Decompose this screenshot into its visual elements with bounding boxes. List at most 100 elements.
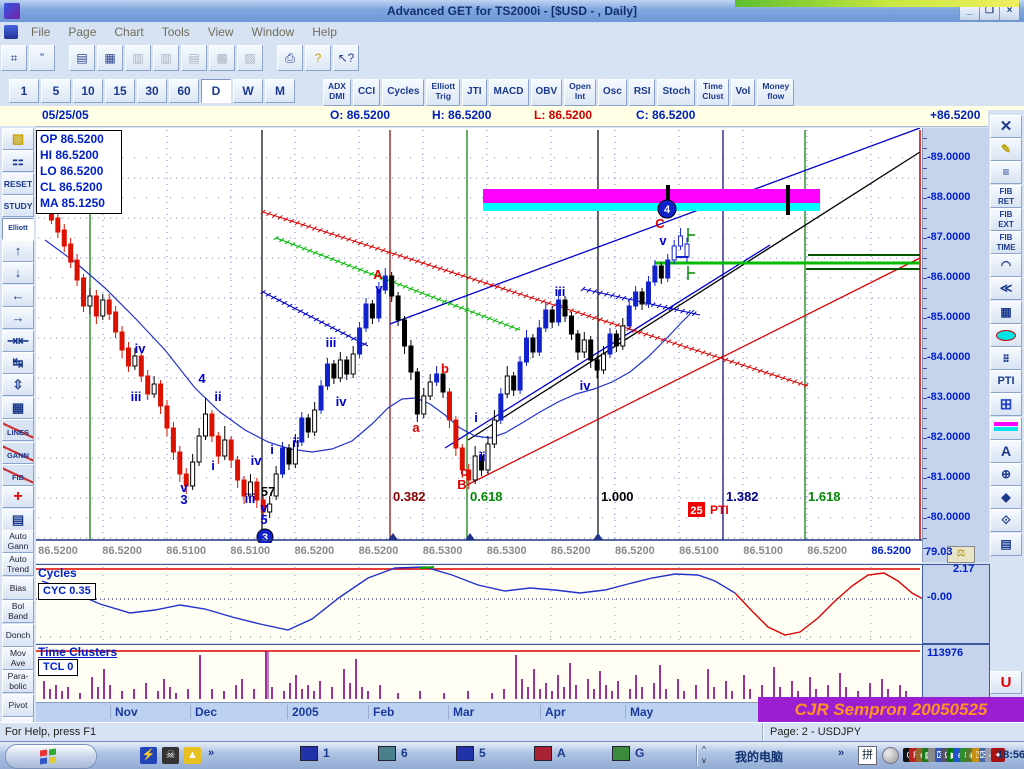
start-button[interactable]: [5, 744, 97, 769]
left-study-auto-gann[interactable]: Auto Gann: [2, 530, 34, 553]
left-tool-fib[interactable]: FIB: [2, 464, 34, 486]
indicator-open-int-button[interactable]: Open Int: [564, 79, 596, 106]
menu-page[interactable]: Page: [59, 22, 105, 42]
taskbar-scroll-up-down[interactable]: ^ v: [702, 744, 706, 766]
timeframe-5-button[interactable]: 5: [41, 79, 71, 103]
indicator-money-flow-button[interactable]: Money flow: [757, 79, 795, 106]
indicator-cycles-button[interactable]: Cycles: [382, 79, 425, 106]
left-tool-study[interactable]: STUDY: [2, 195, 34, 218]
left-tool-arrow-down[interactable]: ↓: [2, 262, 34, 285]
taskbar-window-1[interactable]: 1: [300, 746, 330, 765]
left-tool-elliott[interactable]: Elliott: [2, 217, 34, 240]
system-menu-icon[interactable]: [4, 25, 18, 39]
taskbar-clock[interactable]: 18:56: [997, 749, 1024, 761]
indicator-rsi-button[interactable]: RSI: [628, 79, 656, 106]
indicator-cci-button[interactable]: CCI: [352, 79, 381, 106]
right-tool-elips[interactable]: [990, 323, 1022, 347]
desktop-toolbar-chevron[interactable]: »: [838, 747, 844, 759]
left-study-para-bolic[interactable]: Para-bolic: [2, 670, 34, 694]
right-tool-grid-dots[interactable]: ▦: [990, 300, 1022, 324]
print-button[interactable]: ⎙: [277, 45, 303, 71]
left-tool-arrow-up[interactable]: ↑: [2, 240, 34, 262]
left-tool-arrow-right[interactable]: →: [2, 307, 34, 330]
timeframe-m-button[interactable]: M: [265, 79, 295, 103]
indicator-time-clust-button[interactable]: Time Clust: [697, 79, 729, 106]
right-tool-zoom-in[interactable]: ⊕: [990, 463, 1022, 486]
left-study-bias[interactable]: Bias: [2, 576, 34, 600]
menu-tools[interactable]: Tools: [153, 22, 199, 42]
taskbar-window-5[interactable]: 5: [456, 746, 486, 765]
desktop-toolbar-label[interactable]: 我的电脑: [735, 748, 783, 765]
quicklaunch-warn-triangle[interactable]: ▲: [184, 747, 201, 764]
right-tool-pages[interactable]: ▤: [990, 532, 1022, 556]
left-tool-bar-scale[interactable]: ⇳: [2, 374, 34, 397]
save-button[interactable]: ▦: [97, 45, 123, 71]
left-tool-scales[interactable]: ⚏: [2, 150, 34, 173]
left-tool-arrow-left[interactable]: ←: [2, 284, 34, 307]
left-study-mov-ave[interactable]: Mov Ave: [2, 647, 34, 670]
timeframe-w-button[interactable]: W: [233, 79, 263, 103]
left-tool-bar-spacing[interactable]: ↹: [2, 352, 34, 374]
right-tool-fib-ret[interactable]: FIB RET: [990, 184, 1022, 208]
context-help-button[interactable]: ↖?: [333, 45, 359, 71]
ime-sphere[interactable]: [882, 747, 899, 764]
right-tool-text-a[interactable]: A: [990, 439, 1022, 463]
timeframe-60-button[interactable]: 60: [169, 79, 199, 103]
price-scale[interactable]: ⚖ 79.03 -89.0000 -88.0000 -87.0000 -86.0000…: [922, 128, 989, 563]
menu-file[interactable]: File: [22, 22, 59, 42]
quicklaunch-chevron[interactable]: »: [208, 747, 214, 759]
clamp-button[interactable]: ⌗: [1, 45, 27, 71]
indicator-adx-dmi-button[interactable]: ADX DMI: [323, 79, 351, 106]
left-study-bol-band[interactable]: Bol Band: [2, 600, 34, 624]
taskbar-window-a[interactable]: A: [534, 746, 566, 765]
right-tool-pti[interactable]: PTI: [990, 370, 1022, 394]
left-tool-reset[interactable]: RESET: [2, 172, 34, 195]
taskbar-window-g[interactable]: G: [612, 746, 644, 765]
chart-plot-area[interactable]: 0.382 0.618 1.000 1.382 1.618 iv iii 4 ii i v 3 iii i…: [36, 127, 922, 546]
timeframe-30-button[interactable]: 30: [137, 79, 167, 103]
right-tool-magnet-u[interactable]: U: [990, 671, 1022, 694]
indicator-elliott-trig-button[interactable]: Elliott Trig: [426, 79, 461, 106]
left-study-donch[interactable]: Donch: [2, 623, 34, 647]
indicator-obv-button[interactable]: OBV: [530, 79, 563, 106]
new-page-button[interactable]: ▤: [69, 45, 95, 71]
menu-help[interactable]: Help: [303, 22, 346, 42]
right-tool-hatch-lines[interactable]: ᎒᎒: [990, 347, 1022, 370]
left-tool-bar-compress[interactable]: ⇥⇤: [2, 329, 34, 352]
quotes-button[interactable]: ”: [29, 45, 55, 71]
right-tool-fan-lines[interactable]: ≪: [990, 277, 1022, 301]
left-tool-gann[interactable]: GANN: [2, 441, 34, 464]
taskbar-window-6[interactable]: 6: [378, 746, 408, 765]
right-tool-mob[interactable]: [990, 416, 1022, 440]
timeframe-15-button[interactable]: 15: [105, 79, 135, 103]
indicator-macd-button[interactable]: MACD: [488, 79, 529, 106]
left-study-auto-trend[interactable]: Auto Trend: [2, 553, 34, 577]
timeframe-10-button[interactable]: 10: [73, 79, 103, 103]
right-tool-fib-arc[interactable]: ◠: [990, 254, 1022, 278]
cycles-panel[interactable]: Cycles CYC 0.35: [36, 564, 926, 643]
left-tool-open-folder[interactable]: ▧: [2, 128, 34, 150]
left-tool-lines[interactable]: LINES: [2, 419, 34, 442]
indicator-osc-button[interactable]: Osc: [597, 79, 627, 106]
quicklaunch-app-blue[interactable]: ⚡: [140, 747, 157, 764]
right-tool-eraser[interactable]: ◆: [990, 486, 1022, 510]
right-tool-close-x[interactable]: ✕: [990, 115, 1022, 138]
time-clusters-panel[interactable]: Time Clusters TCL 0: [36, 644, 922, 703]
help-button[interactable]: ?: [305, 45, 331, 71]
left-tool-notes[interactable]: ▤: [2, 508, 34, 531]
left-tool-red-cross[interactable]: +: [2, 486, 34, 509]
right-tool-expand[interactable]: ⟐: [990, 509, 1022, 533]
right-tool-grid-blue[interactable]: ⊞: [990, 393, 1022, 417]
right-tool-parallel-lines[interactable]: ≡: [990, 161, 1022, 185]
timeframe-d-button[interactable]: D: [201, 79, 231, 103]
indicator-stoch-button[interactable]: Stoch: [657, 79, 696, 106]
menu-chart[interactable]: Chart: [105, 22, 152, 42]
menu-view[interactable]: View: [199, 22, 243, 42]
right-tool-fib-time[interactable]: FIB TIME: [990, 231, 1022, 254]
right-tool-fib-ext[interactable]: FIB EXT: [990, 207, 1022, 231]
left-study-pivot[interactable]: Pivot: [2, 693, 34, 717]
timeframe-1-button[interactable]: 1: [9, 79, 39, 103]
ime-indicator[interactable]: 拼: [858, 746, 877, 765]
indicator-jti-button[interactable]: JTI: [462, 79, 487, 106]
quicklaunch-skull[interactable]: ☠: [162, 747, 179, 764]
